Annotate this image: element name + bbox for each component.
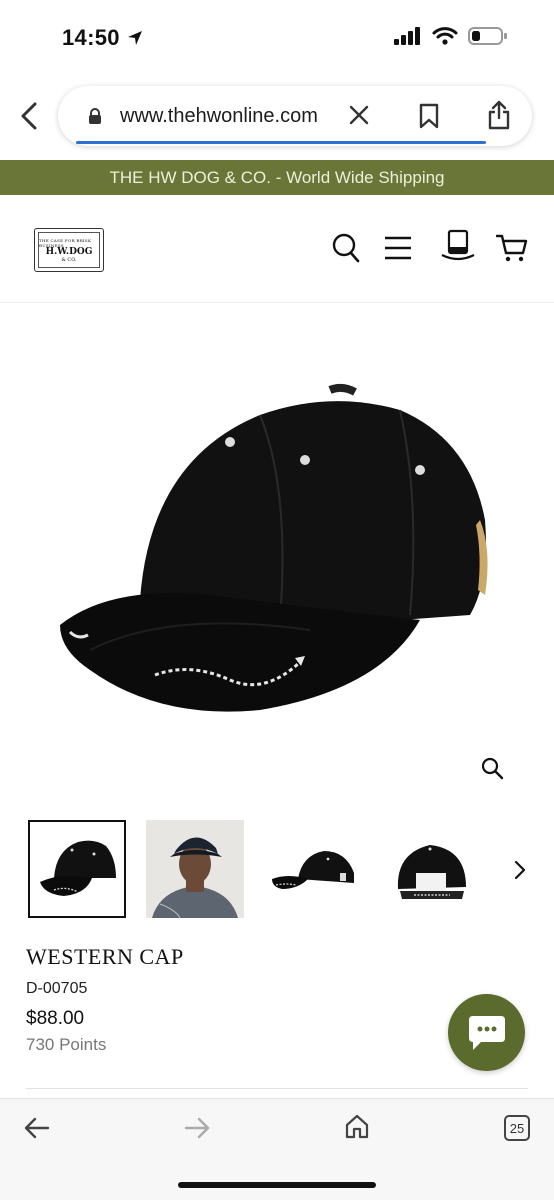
chat-button[interactable] [448, 994, 525, 1071]
lock-icon [89, 108, 101, 124]
browser-address-row: www.thehwonline.com [0, 82, 554, 150]
cap-front-thumbnail [40, 840, 116, 896]
thumbnail-4[interactable] [382, 820, 480, 918]
cap-side-thumbnail [272, 851, 354, 889]
tabs-button[interactable]: 25 [504, 1115, 530, 1141]
menu-icon[interactable] [384, 236, 412, 260]
bookmark-icon[interactable] [419, 103, 439, 129]
tabs-count-text: 25 [509, 1120, 525, 1136]
product-main-image[interactable] [30, 350, 524, 750]
arrow-left-icon[interactable] [24, 1117, 50, 1139]
logo-top-text: THE CASE FOR BRISK BUSINESS [39, 237, 92, 248]
chat-bubble-icon [468, 1015, 505, 1050]
home-indicator[interactable] [178, 1182, 376, 1188]
zoom-icon[interactable] [480, 756, 504, 780]
site-header: THE CASE FOR BRISK BUSINESS H.W.DOG & CO… [0, 195, 554, 303]
close-icon[interactable] [348, 104, 370, 126]
cap-back-thumbnail [397, 845, 466, 899]
status-bar: 14:50 [0, 0, 554, 78]
wifi-icon [432, 27, 458, 45]
status-time-text: 14:50 [62, 25, 120, 50]
url-text[interactable]: www.thehwonline.com [120, 105, 318, 128]
search-icon[interactable] [332, 233, 360, 263]
thumbnail-3[interactable] [264, 820, 362, 918]
address-bar[interactable]: www.thehwonline.com [58, 86, 532, 146]
browser-back-button[interactable] [14, 98, 44, 134]
product-sku: D-00705 [26, 980, 88, 997]
thumbnail-strip [28, 820, 528, 918]
logo-main-text: H.W.DOG [45, 246, 93, 257]
product-title: WESTERN CAP [26, 944, 184, 969]
chevron-right-icon[interactable] [514, 860, 526, 880]
logo-sub-text: & CO. [61, 256, 77, 263]
product-price: $88.00 [26, 1008, 85, 1029]
chevron-left-icon [21, 102, 37, 130]
thumbnail-1[interactable] [28, 820, 126, 918]
share-icon[interactable] [487, 100, 511, 130]
model-thumbnail [146, 820, 244, 918]
top-hat-account-icon[interactable] [440, 229, 476, 263]
location-arrow-icon [127, 31, 142, 45]
product-points: 730 Points [26, 1035, 107, 1054]
cap-illustration [60, 383, 488, 712]
status-indicators [394, 26, 508, 46]
page-load-progress [76, 141, 486, 144]
section-divider [26, 1088, 528, 1089]
announcement-bar: THE HW DOG & CO. - World Wide Shipping [0, 160, 554, 195]
thumbnail-2[interactable] [146, 820, 244, 918]
site-logo[interactable]: THE CASE FOR BRISK BUSINESS H.W.DOG & CO… [34, 228, 104, 272]
battery-icon [468, 27, 507, 45]
logo-frame: THE CASE FOR BRISK BUSINESS H.W.DOG & CO… [38, 232, 100, 268]
arrow-right-icon[interactable] [184, 1117, 210, 1139]
cart-icon[interactable] [496, 233, 528, 263]
home-icon[interactable] [344, 1113, 370, 1139]
announcement-text: THE HW DOG & CO. - World Wide Shipping [109, 167, 445, 187]
status-time: 14:50 [62, 25, 144, 51]
cellular-signal-icon [394, 27, 420, 45]
